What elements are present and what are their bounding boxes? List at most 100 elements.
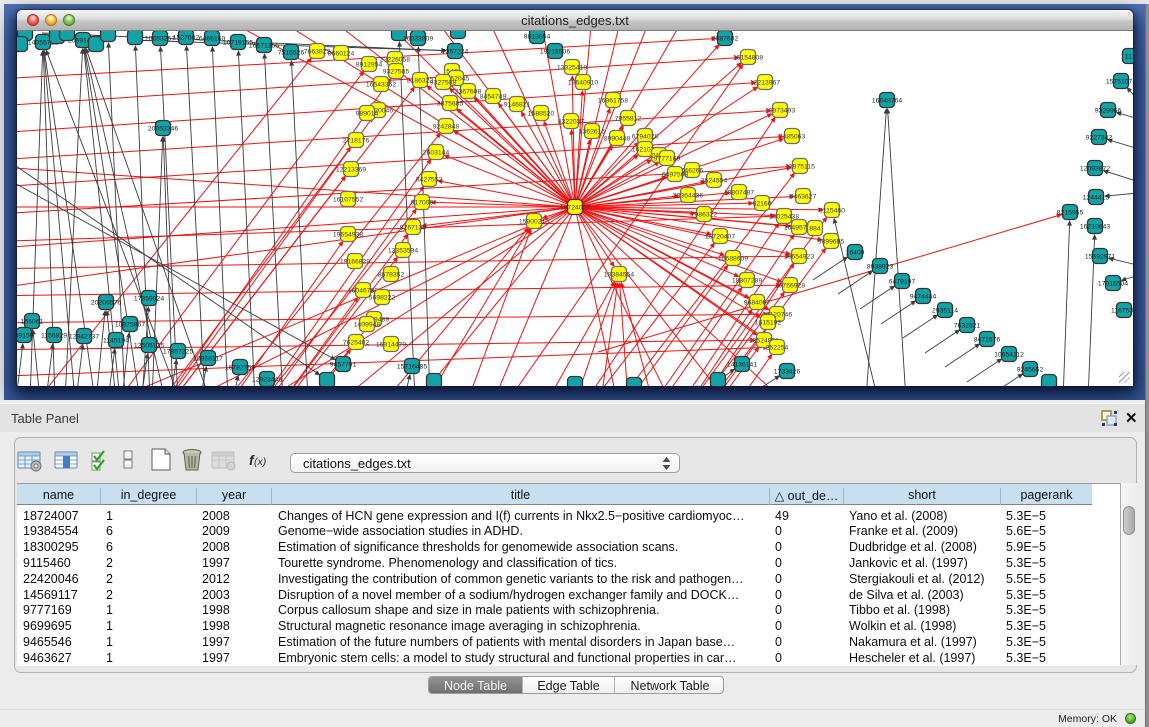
- svg-text:6479197: 6479197: [889, 279, 916, 286]
- svg-text:12975115: 12975115: [785, 164, 815, 171]
- svg-text:10958117: 10958117: [193, 356, 223, 363]
- svg-text:8267130: 8267130: [400, 225, 427, 232]
- svg-text:16210643: 16210643: [1080, 224, 1110, 231]
- svg-text:9227342: 9227342: [1086, 135, 1113, 142]
- svg-text:19218506: 19218506: [540, 49, 570, 56]
- svg-text:23226058: 23226058: [380, 57, 410, 64]
- svg-text:10654112: 10654112: [994, 352, 1024, 359]
- svg-text:12093872: 12093872: [1080, 166, 1110, 173]
- svg-text:10688609: 10688609: [718, 256, 748, 263]
- svg-text:1409948: 1409948: [354, 322, 381, 329]
- svg-text:7663822: 7663822: [304, 49, 331, 56]
- svg-text:2935114: 2935114: [932, 308, 958, 315]
- svg-text:16046788: 16046788: [348, 288, 378, 295]
- svg-text:10756928: 10756928: [775, 283, 805, 290]
- svg-text:16782759: 16782759: [225, 365, 255, 372]
- svg-text:10975867: 10975867: [115, 322, 145, 329]
- svg-text:8813054: 8813054: [524, 34, 551, 41]
- svg-text:19654938: 19654938: [333, 232, 363, 239]
- svg-text:252254: 252254: [766, 345, 789, 352]
- svg-text:6497568: 6497568: [662, 172, 689, 179]
- svg-text:19384554: 19384554: [604, 272, 634, 279]
- svg-text:10807487: 10807487: [724, 190, 754, 197]
- svg-text:20364436: 20364436: [673, 193, 703, 200]
- svg-text:12942737: 12942737: [69, 334, 99, 341]
- svg-text:18724007: 18724007: [560, 205, 590, 212]
- svg-text:9457791: 9457791: [330, 362, 357, 369]
- svg-text:3624554: 3624554: [701, 178, 728, 185]
- svg-text:9146821: 9146821: [504, 102, 531, 109]
- svg-text:7986322: 7986322: [691, 212, 718, 219]
- svg-text:16154808: 16154808: [733, 55, 763, 62]
- svg-text:884: 884: [809, 226, 821, 233]
- svg-text:15692971: 15692971: [1085, 254, 1115, 261]
- svg-text:7485063: 7485063: [779, 134, 806, 141]
- svg-text:8427552: 8427552: [416, 177, 443, 184]
- svg-text:2718176: 2718176: [343, 138, 370, 145]
- svg-text:14136141: 14136141: [727, 362, 757, 369]
- svg-text:9327508: 9327508: [430, 80, 457, 87]
- svg-text:2603144: 2603144: [423, 150, 450, 157]
- svg-text:16409: 16409: [846, 250, 865, 257]
- svg-text:16671355: 16671355: [249, 43, 279, 50]
- svg-text:9115460: 9115460: [819, 208, 845, 215]
- svg-text:1733426: 1733426: [774, 369, 801, 376]
- svg-text:917006: 917006: [411, 200, 434, 207]
- svg-text:19654923: 19654923: [784, 254, 814, 261]
- svg-text:1362615: 1362615: [579, 129, 606, 136]
- svg-text:1167533: 1167533: [1111, 308, 1133, 315]
- svg-text:13325419: 13325419: [557, 65, 587, 72]
- svg-text:8660124: 8660124: [328, 51, 355, 58]
- svg-text:16543362: 16543362: [366, 82, 396, 89]
- svg-text:8454749: 8454749: [480, 94, 507, 101]
- svg-text:7625402: 7625402: [343, 340, 370, 347]
- svg-text:8938923: 8938923: [867, 264, 894, 271]
- svg-text:12353594: 12353594: [388, 248, 418, 255]
- svg-text:8471676: 8471676: [974, 337, 1001, 344]
- svg-text:16107552: 16107552: [333, 197, 363, 204]
- svg-text:16914479: 16914479: [376, 342, 406, 349]
- svg-text:9329966: 9329966: [1095, 108, 1122, 115]
- svg-text:2367608: 2367608: [455, 89, 482, 96]
- svg-text:8678352: 8678352: [378, 272, 405, 279]
- svg-text:20053346: 20053346: [148, 126, 178, 133]
- svg-text:18807289: 18807289: [732, 278, 762, 285]
- svg-text:3875685: 3875685: [437, 101, 464, 108]
- svg-text:15716485: 15716485: [397, 364, 427, 371]
- svg-text:10973493: 10973493: [765, 108, 795, 115]
- svg-text:18640910: 18640910: [568, 80, 598, 87]
- svg-text:1244415: 1244415: [1083, 195, 1110, 202]
- svg-text:6794028: 6794028: [632, 134, 659, 141]
- svg-text:8322037: 8322037: [558, 119, 585, 126]
- svg-text:15751074: 15751074: [1106, 79, 1133, 86]
- svg-text:8912954: 8912954: [356, 62, 383, 69]
- svg-text:7515526: 7515526: [278, 50, 305, 57]
- svg-text:12213369: 12213369: [336, 167, 366, 174]
- svg-text:12923446: 12923446: [252, 377, 282, 384]
- svg-text:111: 111: [1125, 54, 1133, 61]
- svg-text:16033809: 16033809: [403, 36, 433, 43]
- svg-text:19166829: 19166829: [340, 259, 370, 266]
- svg-text:16961758: 16961758: [598, 98, 628, 105]
- svg-text:1527602: 1527602: [173, 35, 200, 42]
- svg-text:17016504: 17016504: [1098, 281, 1128, 288]
- svg-text:17359924: 17359924: [134, 296, 164, 303]
- svg-text:15720407: 15720407: [705, 234, 735, 241]
- svg-text:9327505: 9327505: [383, 69, 410, 76]
- svg-text:9245652: 9245652: [1017, 367, 1044, 374]
- svg-text:8990448: 8990448: [604, 136, 631, 143]
- svg-text:9777169: 9777169: [654, 156, 681, 163]
- svg-text:7357224: 7357224: [442, 49, 469, 56]
- svg-text:9242848: 9242848: [433, 124, 460, 131]
- svg-text:16648764: 16648764: [872, 98, 902, 105]
- svg-text:1156829: 1156829: [41, 333, 67, 340]
- svg-text:12505135: 12505135: [134, 343, 164, 350]
- svg-text:15900213: 15900213: [519, 219, 549, 226]
- svg-text:12213967: 12213967: [750, 80, 780, 87]
- svg-text:1615192: 1615192: [755, 320, 782, 327]
- svg-text:39159: 39159: [17, 333, 34, 340]
- svg-text:9899695: 9899695: [818, 239, 845, 246]
- svg-text:7955812: 7955812: [615, 116, 642, 123]
- svg-text:10653257: 10653257: [145, 36, 175, 43]
- svg-text:9463627: 9463627: [790, 194, 817, 201]
